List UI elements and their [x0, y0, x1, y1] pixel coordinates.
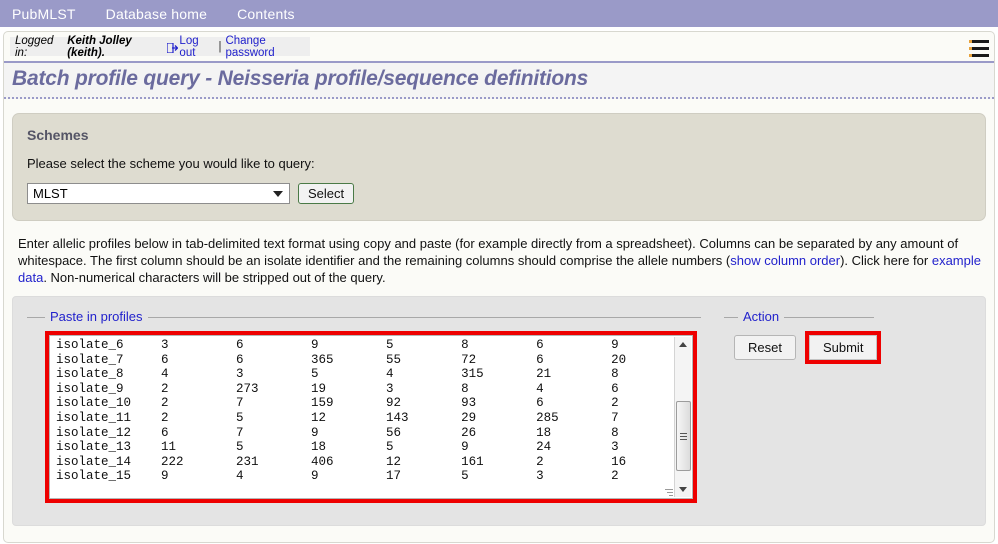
login-status-bar: Logged in: Keith Jolley (keith). Log out… — [10, 34, 310, 59]
nav-item-database-home[interactable]: Database home — [106, 6, 207, 22]
action-legend: Action — [738, 309, 785, 324]
textarea-resize-handle[interactable] — [664, 487, 673, 496]
page-shell: Logged in: Keith Jolley (keith). Log out… — [3, 31, 995, 543]
logged-in-prefix: Logged in: — [15, 34, 54, 59]
instructions-part-3: . Non-numerical characters will be strip… — [43, 270, 386, 285]
nav-item-contents[interactable]: Contents — [237, 6, 295, 22]
query-row: Paste in profiles isolate_6 3 6 9 5 8 6 … — [27, 308, 985, 503]
scheme-select[interactable]: MLST — [27, 183, 290, 204]
page-title: Batch profile query - Neisseria profile/… — [12, 67, 589, 90]
schemes-panel: Schemes Please select the scheme you wou… — [12, 113, 986, 221]
hamburger-menu-icon[interactable] — [969, 40, 989, 57]
schemes-heading: Schemes — [27, 127, 89, 143]
top-navbar: PubMLST Database home Contents — [0, 0, 998, 27]
submit-button[interactable]: Submit — [808, 335, 878, 360]
show-column-order-link[interactable]: show column order — [730, 253, 840, 268]
logged-in-username: Keith Jolley (keith). — [67, 34, 132, 59]
scheme-select-row: MLST Select — [27, 183, 971, 204]
scrollbar-grip-icon — [680, 431, 687, 442]
action-buttons: Reset Submit — [734, 331, 882, 364]
logout-link[interactable]: Log out — [179, 35, 214, 59]
chevron-down-icon — [273, 190, 283, 197]
logout-arrow-icon — [166, 41, 179, 54]
profiles-textarea-highlight: isolate_6 3 6 9 5 8 6 9 isolate_7 6 6 36… — [45, 331, 697, 503]
paste-profiles-fieldset: Paste in profiles isolate_6 3 6 9 5 8 6 … — [27, 309, 701, 503]
profiles-textarea-value: isolate_6 3 6 9 5 8 6 9 isolate_7 6 6 36… — [56, 338, 627, 484]
profiles-textarea[interactable]: isolate_6 3 6 9 5 8 6 9 isolate_7 6 6 36… — [49, 335, 693, 499]
scroll-down-arrow-icon[interactable] — [675, 482, 691, 497]
reset-button[interactable]: Reset — [734, 335, 796, 360]
page-title-band: Batch profile query - Neisseria profile/… — [4, 61, 994, 99]
change-password-link[interactable]: Change password — [225, 35, 310, 59]
instructions-paragraph: Enter allelic profiles below in tab-deli… — [18, 235, 982, 286]
action-fieldset: Action Reset Submit — [724, 309, 882, 364]
login-separator: | — [218, 40, 222, 53]
instructions-part-2: ). Click here for — [840, 253, 932, 268]
scrollbar-thumb[interactable] — [676, 401, 691, 471]
scroll-up-arrow-icon[interactable] — [675, 337, 691, 352]
submit-button-highlight: Submit — [804, 331, 882, 364]
textarea-scrollbar[interactable] — [674, 337, 691, 497]
select-button[interactable]: Select — [298, 183, 355, 204]
query-content-area: Paste in profiles isolate_6 3 6 9 5 8 6 … — [12, 296, 986, 526]
schemes-instruction: Please select the scheme you would like … — [27, 156, 315, 171]
paste-profiles-legend: Paste in profiles — [45, 309, 148, 324]
scheme-select-value: MLST — [33, 186, 68, 201]
nav-item-pubmlst[interactable]: PubMLST — [12, 6, 76, 22]
